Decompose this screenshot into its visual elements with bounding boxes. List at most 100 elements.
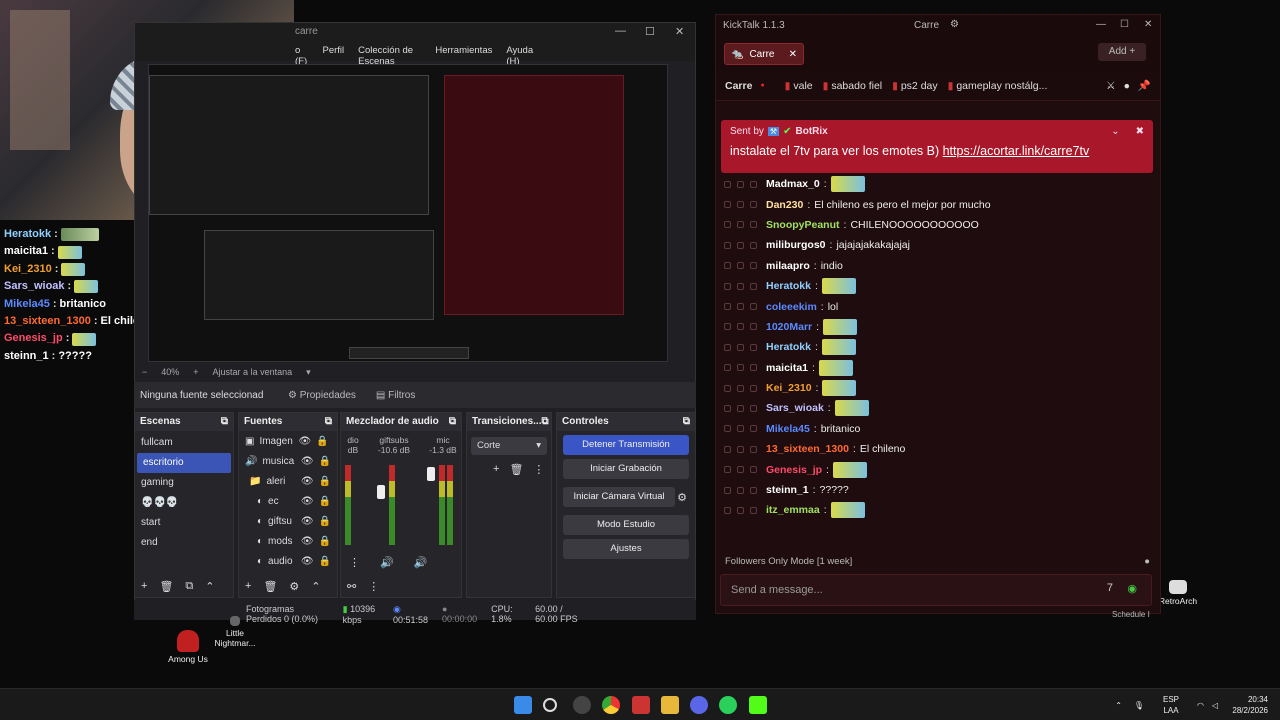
ban-icon[interactable] xyxy=(724,384,731,392)
delete-icon[interactable] xyxy=(750,404,757,412)
ban-icon[interactable] xyxy=(724,323,731,331)
delete-icon[interactable] xyxy=(750,466,757,474)
chat-username[interactable]: miliburgos0 xyxy=(766,239,826,251)
chevron-up-icon[interactable]: ⌃ xyxy=(311,580,320,593)
close-icon[interactable]: ✕ xyxy=(1144,19,1152,30)
chat-message[interactable]: miliburgos0: jajajajakakajajaj xyxy=(724,235,1154,255)
delete-icon[interactable] xyxy=(750,486,757,494)
zoom-plus[interactable]: + xyxy=(193,367,198,379)
chat-username[interactable]: Madmax_0 xyxy=(766,178,820,190)
timeout-icon[interactable] xyxy=(737,466,744,474)
language-indicator[interactable]: ESP LAA xyxy=(1156,694,1186,716)
chat-username[interactable]: Mikela45 xyxy=(766,423,810,435)
properties-button[interactable]: ⚙ Propiedades xyxy=(288,390,356,401)
menu-file[interactable]: o (F) xyxy=(295,45,308,67)
volume-slider[interactable] xyxy=(377,485,385,499)
filters-button[interactable]: ▤ Filtros xyxy=(376,390,415,401)
desktop-icon-retroarch[interactable]: RetroArch xyxy=(1156,580,1200,606)
channel-name[interactable]: Carre xyxy=(725,80,752,92)
ban-icon[interactable] xyxy=(724,364,731,372)
desktop-icon-among-us[interactable]: Among Us xyxy=(166,630,210,664)
chat-message[interactable]: SnoopyPeanut: CHILENOOOOOOOOOOO xyxy=(724,215,1154,235)
transition-select[interactable]: Corte ▾ xyxy=(471,437,547,455)
dock-float-icon[interactable]: ⧉ xyxy=(325,416,332,428)
ban-icon[interactable] xyxy=(724,404,731,412)
chrome-icon[interactable] xyxy=(602,696,620,714)
start-virtual-camera-button[interactable]: Iniciar Cámara Virtual xyxy=(563,487,676,507)
lock-icon[interactable]: 🔒 xyxy=(319,516,331,527)
chat-message[interactable]: milaapro: indio xyxy=(724,256,1154,276)
delete-icon[interactable] xyxy=(750,262,757,270)
timeout-icon[interactable] xyxy=(737,364,744,372)
source-item[interactable]: ▣ Imagen 👁 🔒 xyxy=(239,431,337,451)
chevron-down-icon[interactable]: ▾ xyxy=(306,367,311,379)
pinned-link[interactable]: https://acortar.link/carre7tv xyxy=(943,144,1090,158)
delete-icon[interactable] xyxy=(750,221,757,229)
user-icon[interactable]: ● xyxy=(1124,80,1130,92)
timeout-icon[interactable] xyxy=(737,404,744,412)
chat-username[interactable]: 13_sixteen_1300 xyxy=(766,443,849,455)
minimize-icon[interactable]: — xyxy=(1096,19,1106,30)
source-item[interactable]: ◐ ec 👁 🔒 xyxy=(239,491,337,511)
zoom-mode[interactable]: Ajustar a la ventana xyxy=(213,367,293,379)
ban-icon[interactable] xyxy=(724,262,731,270)
clock[interactable]: 20:34 28/2/2026 xyxy=(1232,694,1270,716)
scene-item[interactable]: fullcam xyxy=(135,433,233,453)
speaker-icon[interactable]: 🔊 xyxy=(380,556,394,569)
eye-icon[interactable]: 👁 xyxy=(301,516,314,527)
eye-icon[interactable]: 👁 xyxy=(301,536,314,547)
delete-icon[interactable] xyxy=(750,425,757,433)
delete-icon[interactable] xyxy=(750,506,757,514)
add-button[interactable]: Add + xyxy=(1098,43,1146,61)
folder-icon[interactable] xyxy=(661,696,679,714)
gear-icon[interactable]: ⚙ xyxy=(677,491,687,504)
spotify-icon[interactable] xyxy=(719,696,737,714)
gear-app-icon[interactable] xyxy=(573,696,591,714)
chat-message[interactable]: Genesis_jp: xyxy=(724,459,1154,479)
obs-preview[interactable] xyxy=(148,64,668,362)
chat-message[interactable]: Heratokk: xyxy=(724,276,1154,296)
tab-carre[interactable]: 🐀 Carre ✕ xyxy=(724,43,804,65)
pin-icon[interactable]: 📌 xyxy=(1138,79,1151,92)
timeout-icon[interactable] xyxy=(737,343,744,351)
chat-message[interactable]: steinn_1:????? xyxy=(724,480,1154,500)
maximize-icon[interactable]: ☐ xyxy=(645,25,655,38)
delete-icon[interactable] xyxy=(750,323,757,331)
timeout-icon[interactable] xyxy=(737,425,744,433)
start-recording-button[interactable]: Iniciar Grabación xyxy=(563,459,689,479)
delete-icon[interactable] xyxy=(750,384,757,392)
delete-icon[interactable] xyxy=(750,445,757,453)
ban-icon[interactable] xyxy=(724,343,731,351)
gear-icon[interactable]: ⚙ xyxy=(289,580,299,593)
timeout-icon[interactable] xyxy=(737,241,744,249)
more-icon[interactable]: ⋮ xyxy=(533,463,544,476)
chat-message[interactable]: Madmax_0: xyxy=(724,174,1154,194)
settings-button[interactable]: Ajustes xyxy=(563,539,689,559)
dock-float-icon[interactable]: ⧉ xyxy=(541,416,548,428)
trash-icon[interactable]: 🗑 xyxy=(159,580,173,593)
chat-username[interactable]: coleeekim xyxy=(766,301,817,313)
chat-message[interactable]: Sars_wioak: xyxy=(724,398,1154,418)
chat-message[interactable]: Heratokk: xyxy=(724,337,1154,357)
chat-message[interactable]: 13_sixteen_1300: El chileno xyxy=(724,439,1154,459)
ban-icon[interactable] xyxy=(724,425,731,433)
scene-item[interactable]: escritorio xyxy=(137,453,231,473)
search-icon[interactable] xyxy=(543,698,557,712)
tag[interactable]: ▮ gameplay nostálg... xyxy=(948,80,1048,92)
trash-icon[interactable]: 🗑 xyxy=(509,463,523,476)
gear-icon[interactable]: ⚙ xyxy=(950,19,959,30)
chat-message[interactable]: maicita1: xyxy=(724,358,1154,378)
ban-icon[interactable] xyxy=(724,303,731,311)
timeout-icon[interactable] xyxy=(737,262,744,270)
chat-username[interactable]: SnoopyPeanut xyxy=(766,219,840,231)
discord-icon[interactable] xyxy=(690,696,708,714)
timeout-icon[interactable] xyxy=(737,180,744,188)
eye-icon[interactable]: 👁 xyxy=(301,476,314,487)
delete-icon[interactable] xyxy=(750,201,757,209)
ban-icon[interactable] xyxy=(724,486,731,494)
trash-icon[interactable]: 🗑 xyxy=(263,580,277,593)
add-icon[interactable]: + xyxy=(141,580,147,593)
ban-icon[interactable] xyxy=(724,201,731,209)
scene-item[interactable]: 💀💀💀 xyxy=(135,493,233,513)
studio-mode-button[interactable]: Modo Estudio xyxy=(563,515,689,535)
